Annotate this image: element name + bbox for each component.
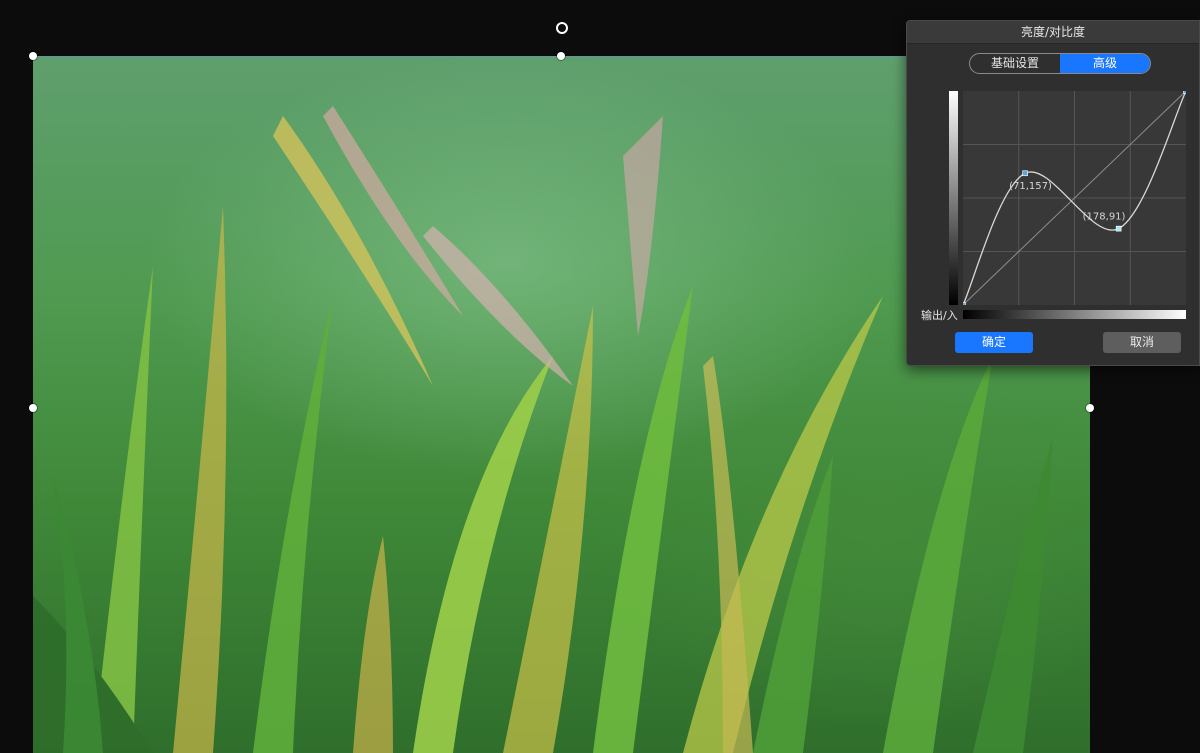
tab-basic[interactable]: 基础设置: [970, 54, 1060, 73]
workspace: 亮度/对比度 基础设置 高级 (71,157) (178,91) 输出/入 确定 …: [0, 0, 1200, 753]
resize-handle-right[interactable]: [1086, 404, 1094, 412]
resize-handle-top-left[interactable]: [29, 52, 37, 60]
dialog-title[interactable]: 亮度/对比度: [907, 21, 1199, 44]
axis-label: 输出/入: [921, 309, 958, 322]
curve-editor[interactable]: (71,157) (178,91): [963, 91, 1186, 305]
resize-handle-left[interactable]: [29, 404, 37, 412]
curve-control-point[interactable]: [1115, 225, 1122, 232]
rotate-handle-icon[interactable]: [556, 22, 568, 34]
output-gradient-bar: [949, 91, 958, 305]
brightness-contrast-dialog: 亮度/对比度 基础设置 高级 (71,157) (178,91) 输出/入 确定 …: [906, 20, 1200, 366]
input-gradient-bar: [963, 310, 1186, 319]
cancel-button[interactable]: 取消: [1103, 332, 1181, 353]
curve-control-point[interactable]: [963, 302, 966, 306]
tab-advanced[interactable]: 高级: [1060, 54, 1150, 73]
curve-control-point[interactable]: [1022, 170, 1028, 177]
ok-button[interactable]: 确定: [955, 332, 1033, 353]
mode-tabs: 基础设置 高级: [969, 53, 1151, 74]
curve-point-label: (71,157): [1009, 181, 1052, 192]
curve-control-point[interactable]: [1183, 91, 1187, 94]
curve-point-label: (178,91): [1083, 212, 1126, 223]
resize-handle-top[interactable]: [557, 52, 565, 60]
